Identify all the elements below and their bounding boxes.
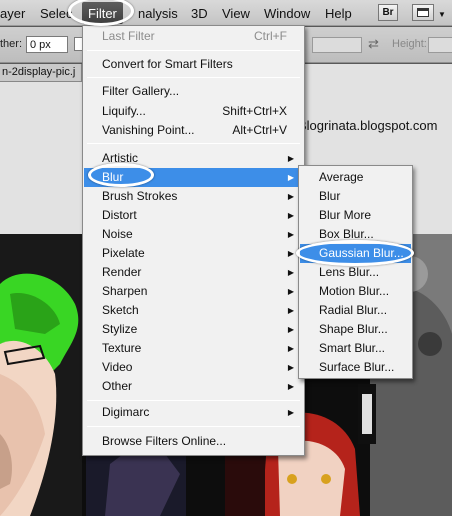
shortcut-label: Alt+Ctrl+V bbox=[232, 123, 287, 137]
menu-item-video[interactable]: Video ▶ bbox=[84, 358, 303, 377]
triangle-right-icon: ▶ bbox=[287, 382, 294, 391]
menu-separator bbox=[87, 426, 300, 427]
menu-separator bbox=[87, 143, 300, 144]
blur-submenu: Average Blur Blur More Box Blur... Gauss… bbox=[298, 165, 413, 379]
menu-item-brush-strokes[interactable]: Brush Strokes ▶ bbox=[84, 187, 303, 206]
menu-item-label: Digimarc bbox=[102, 405, 150, 419]
height-label: Height: bbox=[392, 38, 427, 50]
triangle-right-icon: ▶ bbox=[287, 192, 294, 201]
menu-item-render[interactable]: Render ▶ bbox=[84, 263, 303, 282]
menu-item-liquify[interactable]: Liquify... Shift+Ctrl+X bbox=[84, 102, 303, 121]
menu-item-texture[interactable]: Texture ▶ bbox=[84, 339, 303, 358]
menu-view[interactable]: View bbox=[222, 6, 250, 21]
feather-label: ther: bbox=[0, 38, 23, 50]
menu-item-noise[interactable]: Noise ▶ bbox=[84, 225, 303, 244]
menu-item-smart-blur[interactable]: Smart Blur... bbox=[300, 339, 411, 358]
triangle-right-icon: ▶ bbox=[287, 363, 294, 372]
menu-item-sketch[interactable]: Sketch ▶ bbox=[84, 301, 303, 320]
photoshop-window: ayer Selec Filter nalysis 3D View Window… bbox=[0, 0, 452, 516]
triangle-right-icon: ▶ bbox=[287, 249, 294, 258]
menu-item-label: Liquify... bbox=[102, 104, 146, 118]
screen-mode-button[interactable] bbox=[412, 4, 434, 21]
menu-item-surface-blur[interactable]: Surface Blur... bbox=[300, 358, 411, 377]
triangle-right-icon: ▶ bbox=[287, 173, 294, 182]
menu-separator bbox=[87, 400, 300, 401]
menu-filter[interactable]: Filter bbox=[82, 2, 123, 24]
menu-item-label: Sketch bbox=[102, 303, 139, 317]
menu-bar: ayer Selec Filter nalysis 3D View Window… bbox=[0, 0, 452, 26]
filter-menu: Last Filter Ctrl+F Convert for Smart Fil… bbox=[82, 25, 305, 456]
menu-item-box-blur[interactable]: Box Blur... bbox=[300, 225, 411, 244]
menu-help[interactable]: Help bbox=[325, 6, 352, 21]
menu-item-radial-blur[interactable]: Radial Blur... bbox=[300, 301, 411, 320]
menu-item-label: Browse Filters Online... bbox=[102, 434, 227, 448]
triangle-right-icon: ▶ bbox=[287, 230, 294, 239]
triangle-right-icon: ▶ bbox=[287, 344, 294, 353]
menu-select[interactable]: Selec bbox=[40, 6, 73, 21]
triangle-right-icon: ▶ bbox=[287, 325, 294, 334]
menu-item-last-filter[interactable]: Last Filter Ctrl+F bbox=[84, 27, 303, 46]
menu-item-label: Filter Gallery... bbox=[102, 84, 180, 98]
menu-item-blur-basic[interactable]: Blur bbox=[300, 187, 411, 206]
screen-mode-icon bbox=[417, 8, 429, 17]
menu-window[interactable]: Window bbox=[264, 6, 310, 21]
menu-item-blur-more[interactable]: Blur More bbox=[300, 206, 411, 225]
menu-layer[interactable]: ayer bbox=[0, 6, 25, 21]
menu-item-label: Blur bbox=[102, 170, 124, 184]
shortcut-label: Ctrl+F bbox=[254, 29, 287, 43]
triangle-right-icon: ▶ bbox=[287, 306, 294, 315]
menu-item-label: Last Filter bbox=[102, 29, 155, 43]
menu-item-label: Brush Strokes bbox=[102, 189, 178, 203]
menu-item-artistic[interactable]: Artistic ▶ bbox=[84, 149, 303, 168]
menu-item-label: Pixelate bbox=[102, 246, 145, 260]
triangle-right-icon: ▶ bbox=[287, 287, 294, 296]
menu-item-label: Distort bbox=[102, 208, 137, 222]
triangle-right-icon: ▶ bbox=[287, 154, 294, 163]
menu-separator bbox=[87, 77, 300, 78]
menu-item-label: Sharpen bbox=[102, 284, 148, 298]
shortcut-label: Shift+Ctrl+X bbox=[222, 104, 287, 118]
menu-item-pixelate[interactable]: Pixelate ▶ bbox=[84, 244, 303, 263]
triangle-right-icon: ▶ bbox=[287, 268, 294, 277]
menu-item-label: Render bbox=[102, 265, 142, 279]
menu-item-distort[interactable]: Distort ▶ bbox=[84, 206, 303, 225]
menu-item-shape-blur[interactable]: Shape Blur... bbox=[300, 320, 411, 339]
menu-item-label: Video bbox=[102, 360, 133, 374]
menu-item-label: Artistic bbox=[102, 151, 138, 165]
menu-item-stylize[interactable]: Stylize ▶ bbox=[84, 320, 303, 339]
menu-item-vanishing-point[interactable]: Vanishing Point... Alt+Ctrl+V bbox=[84, 121, 303, 140]
menu-item-convert-smart-filters[interactable]: Convert for Smart Filters bbox=[84, 55, 303, 74]
menu-item-sharpen[interactable]: Sharpen ▶ bbox=[84, 282, 303, 301]
menu-item-digimarc[interactable]: Digimarc ▶ bbox=[84, 403, 303, 422]
menu-analysis[interactable]: nalysis bbox=[138, 6, 178, 21]
menu-item-average[interactable]: Average bbox=[300, 168, 411, 187]
menu-item-motion-blur[interactable]: Motion Blur... bbox=[300, 282, 411, 301]
menu-item-label: Convert for Smart Filters bbox=[102, 57, 233, 71]
height-field[interactable] bbox=[428, 37, 452, 53]
triangle-right-icon: ▶ bbox=[287, 408, 294, 417]
triangle-down-icon[interactable]: ▼ bbox=[438, 10, 446, 19]
menu-item-other[interactable]: Other ▶ bbox=[84, 377, 303, 396]
bridge-button[interactable]: Br bbox=[378, 4, 398, 21]
document-tab[interactable]: n-2display-pic.j bbox=[0, 64, 82, 82]
menu-item-browse-filters-online[interactable]: Browse Filters Online... bbox=[84, 432, 303, 451]
menu-item-blur[interactable]: Blur ▶ bbox=[84, 168, 303, 187]
blog-watermark: Blogrinata.blogspot.com bbox=[298, 118, 438, 133]
menu-separator bbox=[87, 50, 300, 51]
width-field[interactable] bbox=[312, 37, 362, 53]
triangle-right-icon: ▶ bbox=[287, 211, 294, 220]
menu-item-label: Other bbox=[102, 379, 133, 393]
swap-arrows-icon[interactable]: ⇄ bbox=[368, 36, 379, 52]
menu-item-label: Stylize bbox=[102, 322, 138, 336]
menu-3d[interactable]: 3D bbox=[191, 6, 208, 21]
menu-item-label: Noise bbox=[102, 227, 133, 241]
menu-item-label: Texture bbox=[102, 341, 142, 355]
menu-item-lens-blur[interactable]: Lens Blur... bbox=[300, 263, 411, 282]
feather-input[interactable] bbox=[26, 36, 68, 53]
menu-item-filter-gallery[interactable]: Filter Gallery... bbox=[84, 82, 303, 101]
menu-item-label: Vanishing Point... bbox=[102, 123, 195, 137]
menu-item-gaussian-blur[interactable]: Gaussian Blur... bbox=[300, 244, 411, 263]
